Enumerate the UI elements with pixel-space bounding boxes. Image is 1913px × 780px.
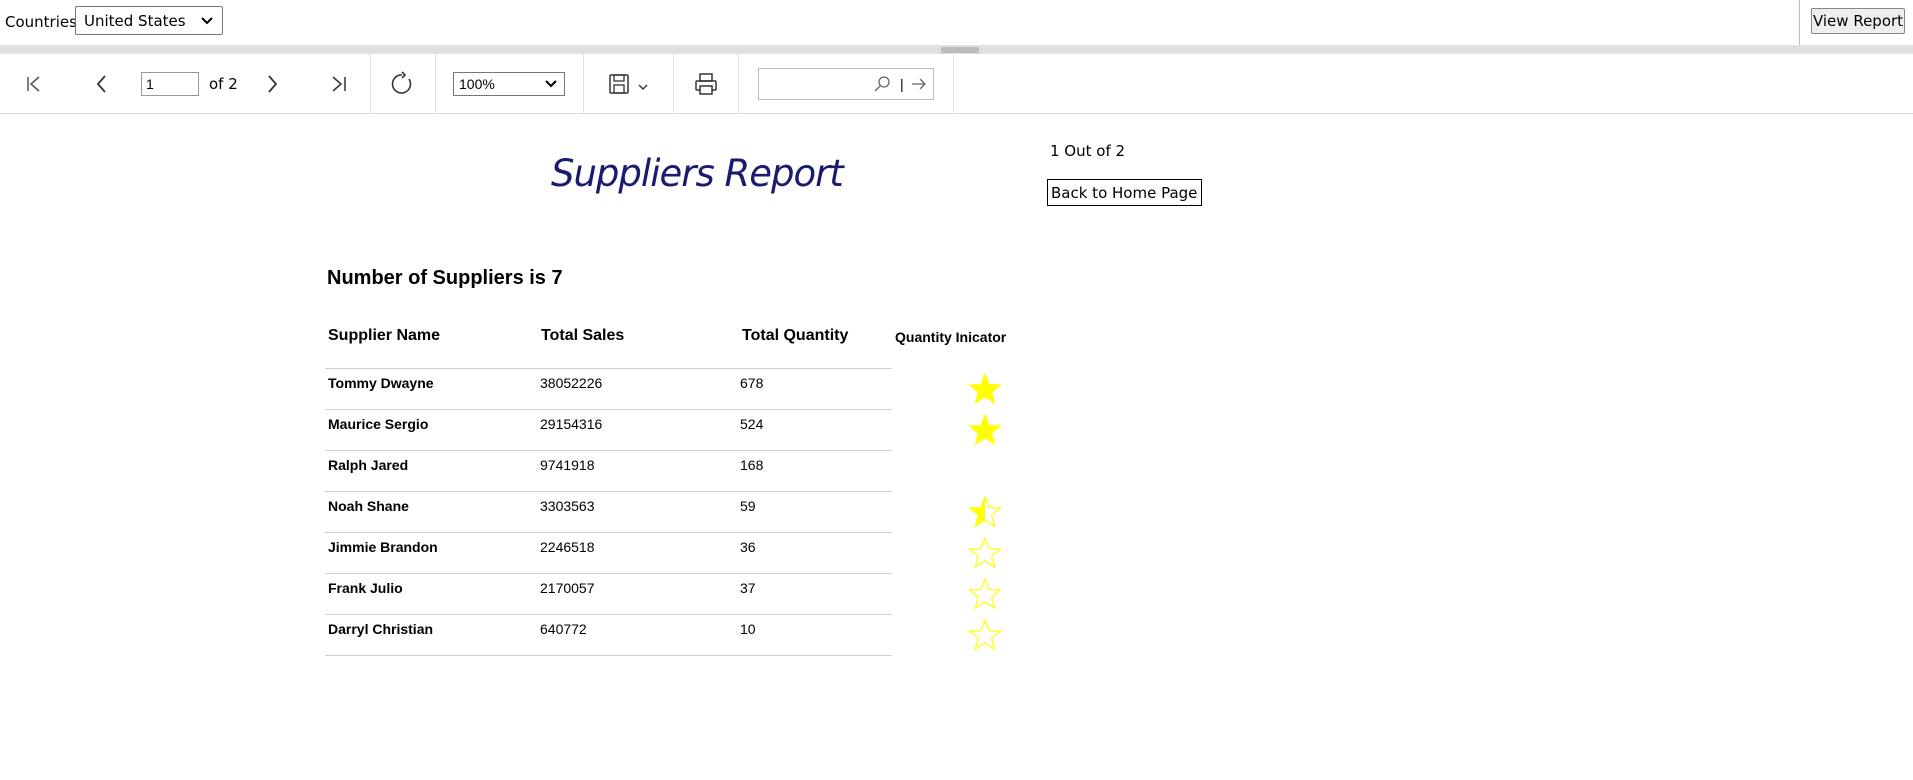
half-star-icon (967, 495, 1003, 529)
table-row: Noah Shane 3303563 59 (325, 491, 892, 533)
export-save-icon[interactable] (602, 54, 652, 113)
toolbar-separator (435, 54, 436, 113)
supplier-count-heading: Number of Suppliers is 7 (327, 267, 563, 289)
page-number-input[interactable]: 1 (141, 72, 199, 96)
supplier-name: Tommy Dwayne (328, 375, 434, 391)
print-icon[interactable] (690, 54, 722, 113)
supplier-name: Frank Julio (328, 580, 403, 596)
zoom-select[interactable]: 100% (453, 72, 565, 96)
country-select[interactable]: United States (75, 6, 223, 35)
countries-label: Countries (5, 13, 77, 31)
total-quantity: 37 (740, 580, 756, 596)
total-quantity: 678 (740, 375, 764, 391)
report-title: Suppliers Report (551, 152, 844, 195)
empty-star-icon (967, 536, 1003, 570)
toolbar-separator (738, 54, 739, 113)
total-sales: 2246518 (540, 539, 595, 555)
full-star-icon (968, 413, 1002, 447)
full-star-icon (968, 372, 1002, 406)
total-quantity: 36 (740, 539, 756, 555)
next-page-icon[interactable] (256, 54, 288, 113)
table-row: Tommy Dwayne 38052226 678 (325, 368, 892, 410)
view-report-button[interactable]: View Report (1811, 8, 1905, 34)
country-select-value: United States (84, 12, 186, 30)
table-bottom-border (325, 655, 892, 656)
column-header-total-quantity: Total Quantity (742, 327, 849, 344)
empty-star-icon (967, 577, 1003, 611)
toolbar-separator (673, 54, 674, 113)
divider (1799, 0, 1800, 45)
search-icon[interactable] (873, 75, 891, 98)
parameter-bar: Countries United States View Report (0, 0, 1913, 46)
total-sales: 640772 (540, 621, 587, 637)
column-header-quantity-indicator: Quantity Inicator (895, 329, 1007, 345)
total-quantity: 524 (740, 416, 764, 432)
report-toolbar: 1 of 2 100% | (0, 54, 1913, 114)
table-row: Ralph Jared 9741918 168 (325, 450, 892, 492)
chevron-down-icon (544, 74, 558, 97)
total-sales: 3303563 (540, 498, 595, 514)
find-separator: | (900, 76, 904, 92)
refresh-icon[interactable] (386, 54, 418, 113)
page-info: 1 Out of 2 (1050, 142, 1126, 160)
find-next-icon[interactable] (910, 75, 928, 98)
total-quantity: 168 (740, 457, 764, 473)
total-quantity: 10 (740, 621, 756, 637)
supplier-name: Jimmie Brandon (328, 539, 438, 555)
toolbar-separator (583, 54, 584, 113)
back-to-home-link[interactable]: Back to Home Page (1047, 179, 1202, 206)
total-sales: 29154316 (540, 416, 603, 432)
toolbar-separator (953, 54, 954, 113)
column-header-total-sales: Total Sales (541, 327, 625, 344)
zoom-value: 100% (459, 76, 495, 92)
table-row: Maurice Sergio 29154316 524 (325, 409, 892, 451)
table-row: Frank Julio 2170057 37 (325, 573, 892, 615)
first-page-icon[interactable] (18, 54, 50, 113)
toolbar-separator (370, 54, 371, 113)
table-row: Darryl Christian 640772 10 (325, 614, 892, 656)
find-text-input[interactable]: | (758, 68, 934, 100)
total-sales: 38052226 (540, 375, 603, 391)
previous-page-icon[interactable] (86, 54, 118, 113)
total-sales: 9741918 (540, 457, 595, 473)
total-quantity: 59 (740, 498, 756, 514)
supplier-name: Darryl Christian (328, 621, 434, 637)
chevron-down-icon (200, 11, 214, 35)
column-header-supplier-name: Supplier Name (328, 327, 441, 344)
supplier-name: Maurice Sergio (328, 416, 429, 432)
total-sales: 2170057 (540, 580, 595, 596)
page-count-label: of 2 (209, 75, 238, 93)
supplier-name: Ralph Jared (328, 457, 409, 473)
table-row: Jimmie Brandon 2246518 36 (325, 532, 892, 574)
collapse-handle[interactable] (941, 47, 979, 53)
supplier-name: Noah Shane (328, 498, 409, 514)
empty-star-icon (967, 618, 1003, 652)
last-page-icon[interactable] (323, 54, 355, 113)
